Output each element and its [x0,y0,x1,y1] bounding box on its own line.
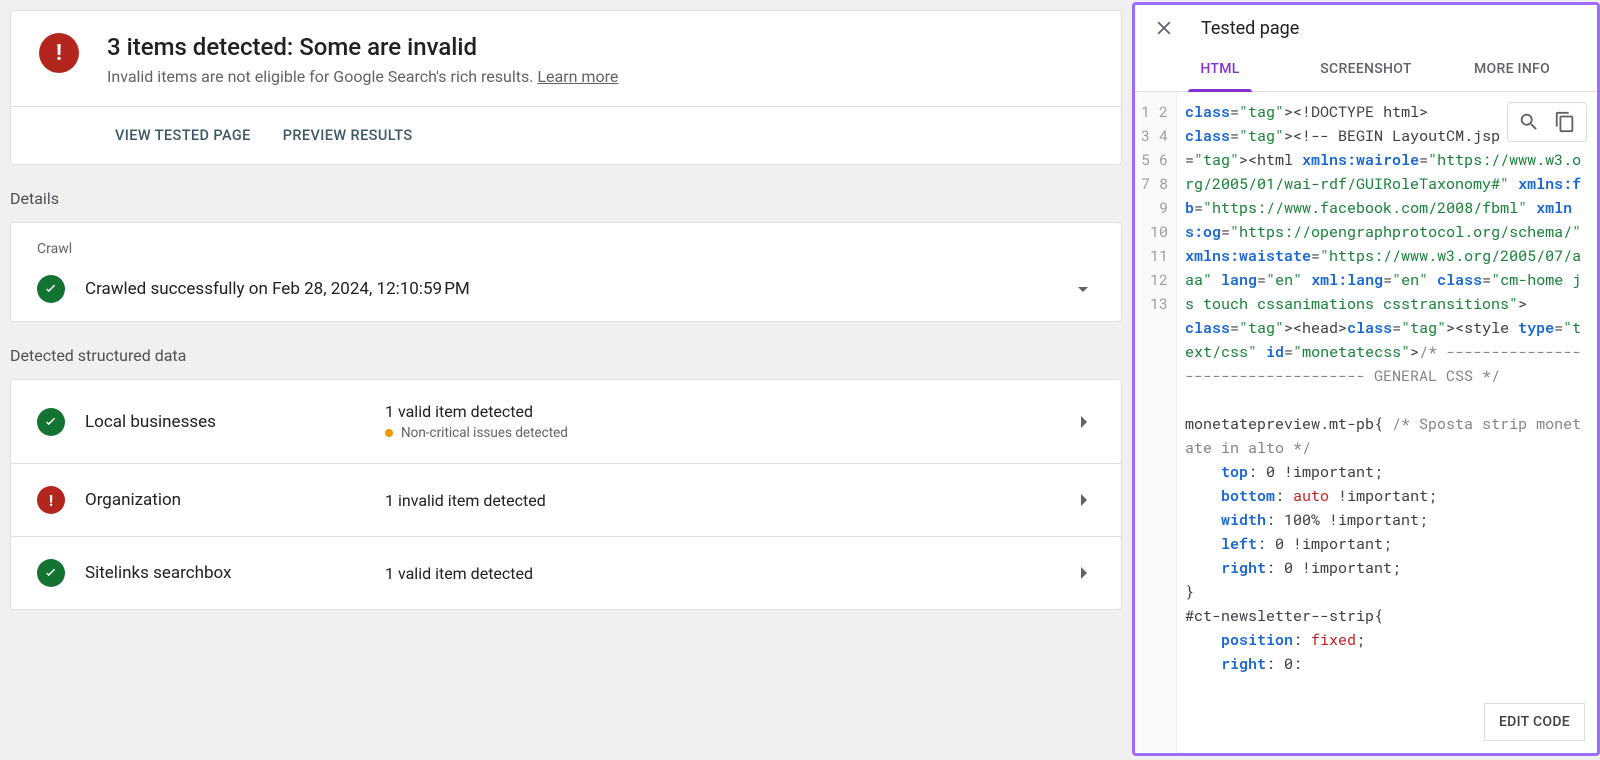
close-icon[interactable] [1153,17,1175,39]
summary-card: ! 3 items detected: Some are invalid Inv… [10,10,1122,165]
item-status: 1 valid item detected [385,564,1071,583]
code-content[interactable]: class="tag"><!DOCTYPE html> class="tag">… [1177,92,1597,753]
item-name: Organization [85,490,385,510]
checkmark-icon [37,559,65,587]
crawl-label: Crawl [37,241,1095,257]
detected-items-list: Local businesses1 valid item detectedNon… [10,379,1122,610]
tab-more-info[interactable]: MORE INFO [1439,47,1585,91]
details-section-label: Details [10,189,1122,208]
tested-page-panel: Tested page HTML SCREENSHOT MORE INFO 1 … [1132,2,1600,756]
code-toolbox [1507,102,1587,142]
detected-item-row[interactable]: ! Organization1 invalid item detected [11,464,1121,537]
edit-code-button[interactable]: EDIT CODE [1484,703,1585,741]
code-gutter: 1 2 3 4 5 6 7 8 9 10 11 12 13 [1135,92,1177,753]
error-icon: ! [37,486,65,514]
detected-item-row[interactable]: Sitelinks searchbox1 valid item detected [11,537,1121,609]
panel-title: Tested page [1201,18,1299,39]
item-name: Sitelinks searchbox [85,563,385,583]
item-status: 1 invalid item detected [385,491,1071,510]
error-icon: ! [39,33,79,73]
checkmark-icon [37,408,65,436]
summary-title: 3 items detected: Some are invalid [107,33,618,61]
learn-more-link[interactable]: Learn more [537,67,618,86]
chevron-right-icon[interactable] [1071,561,1095,585]
item-status: 1 valid item detected [385,402,1071,421]
chevron-right-icon[interactable] [1071,488,1095,512]
chevron-down-icon[interactable] [1071,277,1095,301]
tab-html[interactable]: HTML [1147,47,1293,91]
item-name: Local businesses [85,412,385,432]
preview-results-button[interactable]: PREVIEW RESULTS [279,121,417,150]
panel-tabs: HTML SCREENSHOT MORE INFO [1135,47,1597,92]
detected-item-row[interactable]: Local businesses1 valid item detected Non… [11,380,1121,464]
code-area: 1 2 3 4 5 6 7 8 9 10 11 12 13 class="tag… [1135,92,1597,753]
copy-icon[interactable] [1554,111,1576,133]
structured-data-section-label: Detected structured data [10,346,1122,365]
item-substatus: Non-critical issues detected [385,425,1071,441]
checkmark-icon [37,275,65,303]
tab-screenshot[interactable]: SCREENSHOT [1293,47,1439,91]
summary-subtitle-text: Invalid items are not eligible for Googl… [107,67,537,86]
summary-subtitle: Invalid items are not eligible for Googl… [107,67,618,86]
warning-dot-icon [385,429,393,437]
chevron-right-icon[interactable] [1071,410,1095,434]
view-tested-page-button[interactable]: VIEW TESTED PAGE [111,121,255,150]
crawl-status-text: Crawled successfully on Feb 28, 2024, 12… [85,279,1071,299]
crawl-card[interactable]: Crawl Crawled successfully on Feb 28, 20… [10,222,1122,322]
search-icon[interactable] [1518,111,1540,133]
